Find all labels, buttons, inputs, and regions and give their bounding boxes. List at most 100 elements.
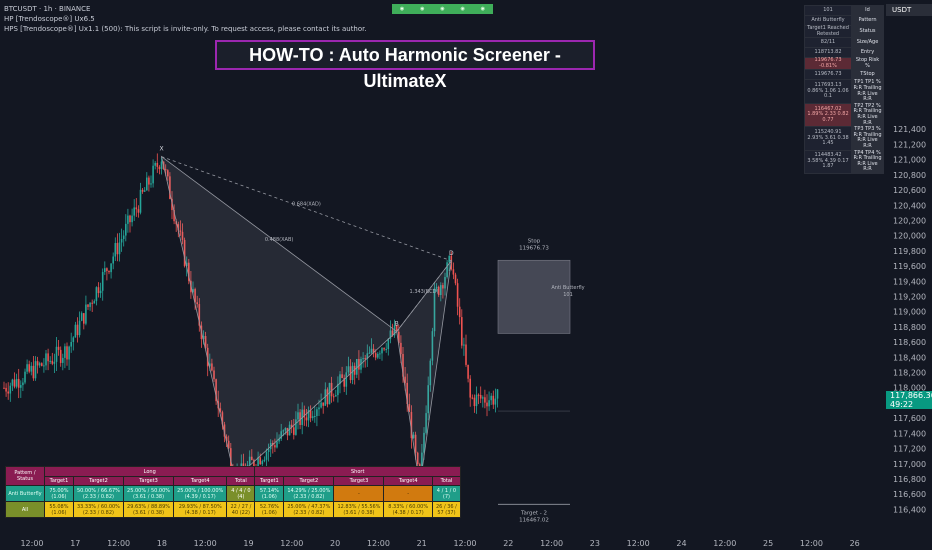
candle-body xyxy=(99,290,102,294)
trade-info-key: Stop Risk % xyxy=(851,57,884,71)
candle-body xyxy=(38,363,41,366)
candle-body xyxy=(496,389,499,399)
trade-info-value: 101 xyxy=(804,5,852,16)
time-tick-label: 12:00 xyxy=(800,539,823,548)
candle-body xyxy=(95,287,98,302)
price-tick-label: 121,200 xyxy=(893,140,926,149)
candle-body xyxy=(131,215,133,223)
candle-body xyxy=(475,394,478,407)
candle-body xyxy=(293,427,295,435)
candle-body xyxy=(335,395,337,397)
candle-body xyxy=(118,242,121,255)
currency-selector[interactable]: USDT xyxy=(886,4,932,16)
candle-body xyxy=(68,346,70,360)
candle-body xyxy=(64,346,66,358)
candle-body xyxy=(150,183,152,185)
pattern-ratio-label: 1.343(BCD) xyxy=(410,289,439,295)
trade-info-value: 119676.73 xyxy=(804,69,852,81)
candle-body xyxy=(314,416,316,418)
time-tick-label: 17 xyxy=(70,539,80,548)
candle-body xyxy=(305,417,308,421)
stats-column-header: Total xyxy=(226,476,256,486)
trade-info-key: TP1 TP1 % R:R Trailing R:R Live R:R xyxy=(851,79,884,104)
stats-column-header: Target3 xyxy=(333,476,385,486)
time-axis: 12:00 17 12:00 18 12:00 19 12:00 20 12:00 21 12:00… xyxy=(0,533,884,550)
candle-body xyxy=(456,283,459,307)
candle-body xyxy=(97,287,100,294)
candle-body xyxy=(28,364,30,372)
pattern-ratio-label: 0.684(XAD) xyxy=(292,202,321,208)
time-axis-bg xyxy=(0,533,884,550)
price-tick-label: 119,000 xyxy=(893,308,926,317)
screener-stats-table: Pattern / Status Long Short Target1 Targe… xyxy=(5,466,462,518)
candle-body xyxy=(32,365,35,379)
candle-body xyxy=(127,215,129,224)
pattern-point-label: B xyxy=(395,320,399,327)
indicator-line-1[interactable]: HP [Trendoscope®] Ux6.5 xyxy=(4,15,95,23)
time-tick-label: 20 xyxy=(330,539,340,548)
candle-body xyxy=(57,346,60,350)
trade-info-value: 114483.42 3.58% 4.39 0.17 1.87 xyxy=(804,149,852,174)
stats-column-header: Target1 xyxy=(44,476,74,486)
time-tick-label: 12:00 xyxy=(713,539,736,548)
time-tick-label: 26 xyxy=(850,539,860,548)
candle-body xyxy=(488,400,490,407)
candle-body xyxy=(5,387,7,392)
candle-body xyxy=(20,385,22,388)
time-tick-label: 19 xyxy=(243,539,253,548)
time-tick-label: 12:00 xyxy=(367,539,390,548)
candle-body xyxy=(458,306,461,318)
candle-body xyxy=(259,457,261,465)
stop-zone-box xyxy=(497,259,571,334)
candle-body xyxy=(11,379,14,386)
candle-body xyxy=(36,361,39,366)
candle-body xyxy=(17,378,20,388)
candle-body xyxy=(261,461,264,465)
trade-info-row: 82/11 Size/Age xyxy=(804,37,884,49)
stats-cell: 29.63% / 88.89% (3.61 / 0.38) xyxy=(122,501,175,518)
stats-cell: 55.08% (1.06) xyxy=(44,501,74,518)
price-tick-label: 117,000 xyxy=(893,460,926,469)
candle-body xyxy=(30,365,33,372)
box-pattern-label: Anti Butterfly xyxy=(551,285,584,291)
pattern-point-label: D xyxy=(449,250,454,257)
symbol-line[interactable]: BTCUSDT · 1h · BINANCE xyxy=(4,5,90,13)
price-tick-label: 117,200 xyxy=(893,445,926,454)
time-tick-label: 12:00 xyxy=(107,539,130,548)
candle-body xyxy=(381,348,383,354)
pattern-ratio-label: 0.488(XAB) xyxy=(265,237,294,243)
trade-info-key: Id xyxy=(851,5,884,16)
indicator-line-2[interactable]: HPS [Trendoscope®] Ux1.1 (500): This scr… xyxy=(4,25,367,33)
candle-body xyxy=(322,402,324,406)
price-tick-label: 119,600 xyxy=(893,262,926,271)
candle-body xyxy=(452,269,455,275)
candle-body xyxy=(53,361,56,364)
stats-cell: - xyxy=(383,485,433,502)
strip-eye-icon: ◉ xyxy=(480,6,486,12)
stop-label: Stop xyxy=(528,238,541,244)
candle-body xyxy=(486,402,488,407)
candle-body xyxy=(51,360,54,364)
candle-body xyxy=(158,166,161,170)
strip-eye-icon: ◉ xyxy=(440,6,445,12)
strip-eye-icon: ◉ xyxy=(399,6,405,12)
trade-info-value: 116467.02 1.89% 2.33 0.82 0.77 xyxy=(804,102,852,128)
candle-body xyxy=(74,324,77,338)
candle-body xyxy=(3,387,5,389)
candle-body xyxy=(7,391,9,394)
trade-info-key: TStop xyxy=(851,69,884,81)
price-tick-label: 117,600 xyxy=(893,414,926,423)
candle-body xyxy=(143,190,146,192)
candle-body xyxy=(87,304,89,307)
candle-body xyxy=(114,242,117,257)
time-tick-label: 18 xyxy=(157,539,167,548)
strip-eye-icon: ◉ xyxy=(460,6,465,12)
indicator-status-strip[interactable]: ◉ ◉ ◉ ◉ ◉ xyxy=(392,4,493,14)
price-tick-label: 120,200 xyxy=(893,216,926,225)
stats-cell: 8.33% / 60.00% (4.38 / 0.17) xyxy=(383,501,433,518)
time-tick-label: 22 xyxy=(503,539,513,548)
candle-body xyxy=(267,449,270,452)
target-label: 116467.02 xyxy=(519,517,549,523)
stats-column-header: Target1 xyxy=(254,476,285,486)
stats-column-header: Target2 xyxy=(72,476,124,486)
